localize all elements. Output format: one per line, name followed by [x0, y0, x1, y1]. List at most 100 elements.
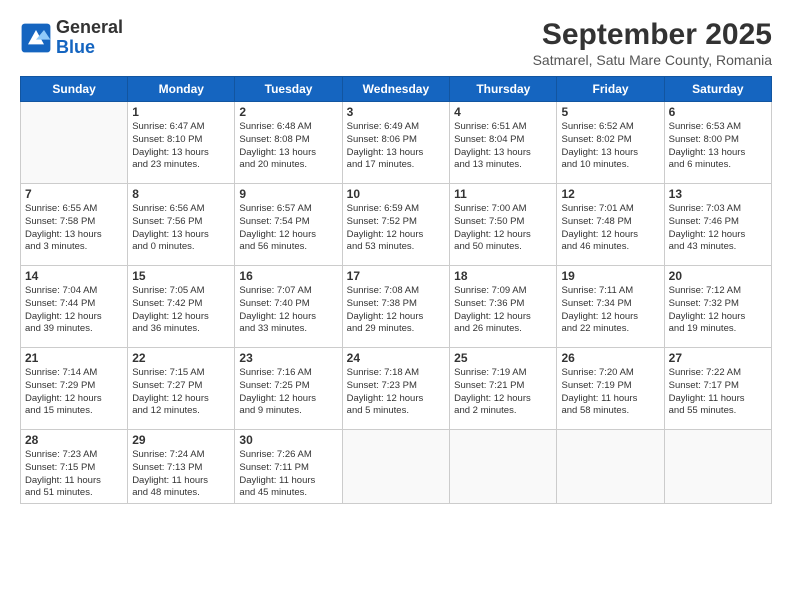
day-info: Sunrise: 7:03 AM Sunset: 7:46 PM Dayligh…: [669, 203, 767, 254]
month-title: September 2025: [533, 18, 772, 52]
calendar-day-cell: 27Sunrise: 7:22 AM Sunset: 7:17 PM Dayli…: [664, 348, 771, 430]
day-info: Sunrise: 7:08 AM Sunset: 7:38 PM Dayligh…: [347, 285, 446, 336]
day-number: 20: [669, 269, 767, 283]
weekday-header-thursday: Thursday: [450, 77, 557, 102]
day-number: 28: [25, 433, 123, 447]
day-info: Sunrise: 6:51 AM Sunset: 8:04 PM Dayligh…: [454, 121, 552, 172]
day-info: Sunrise: 7:23 AM Sunset: 7:15 PM Dayligh…: [25, 449, 123, 500]
day-info: Sunrise: 7:20 AM Sunset: 7:19 PM Dayligh…: [561, 367, 659, 418]
day-info: Sunrise: 7:26 AM Sunset: 7:11 PM Dayligh…: [239, 449, 337, 500]
weekday-header-wednesday: Wednesday: [342, 77, 450, 102]
calendar-week-row: 7 Sunrise: 6:55 AM Sunset: 7:58 PM Daylig…: [21, 184, 772, 266]
calendar-day-cell: 19Sunrise: 7:11 AM Sunset: 7:34 PM Dayli…: [557, 266, 664, 348]
day-info: Sunrise: 6:48 AM Sunset: 8:08 PM Dayligh…: [239, 121, 337, 172]
day-number: 8: [132, 187, 230, 201]
calendar-table: SundayMondayTuesdayWednesdayThursdayFrid…: [20, 76, 772, 504]
day-info: Sunrise: 6:55 AM Sunset: 7:58 PM Dayligh…: [25, 203, 123, 254]
calendar-day-cell: 11 Sunrise: 7:00 AM Sunset: 7:50 PM Dayli…: [450, 184, 557, 266]
day-info: Sunrise: 6:53 AM Sunset: 8:00 PM Dayligh…: [669, 121, 767, 172]
day-info: Sunrise: 6:56 AM Sunset: 7:56 PM Dayligh…: [132, 203, 230, 254]
day-number: 30: [239, 433, 337, 447]
calendar-day-cell: 28 Sunrise: 7:23 AM Sunset: 7:15 PM Dayli…: [21, 430, 128, 504]
day-info: Sunrise: 7:01 AM Sunset: 7:48 PM Dayligh…: [561, 203, 659, 254]
weekday-header-sunday: Sunday: [21, 77, 128, 102]
day-number: 2: [239, 105, 337, 119]
logo-general: General: [56, 17, 123, 37]
day-number: 15: [132, 269, 230, 283]
day-info: Sunrise: 7:18 AM Sunset: 7:23 PM Dayligh…: [347, 367, 446, 418]
day-info: Sunrise: 7:12 AM Sunset: 7:32 PM Dayligh…: [669, 285, 767, 336]
location-title: Satmarel, Satu Mare County, Romania: [533, 52, 772, 68]
day-info: Sunrise: 6:47 AM Sunset: 8:10 PM Dayligh…: [132, 121, 230, 172]
day-number: 10: [347, 187, 446, 201]
calendar-day-cell: 29 Sunrise: 7:24 AM Sunset: 7:13 PM Dayli…: [128, 430, 235, 504]
calendar-day-cell: 2 Sunrise: 6:48 AM Sunset: 8:08 PM Daylig…: [235, 102, 342, 184]
calendar-day-cell: 1Sunrise: 6:47 AM Sunset: 8:10 PM Daylig…: [128, 102, 235, 184]
day-number: 17: [347, 269, 446, 283]
calendar-day-cell: 7 Sunrise: 6:55 AM Sunset: 7:58 PM Daylig…: [21, 184, 128, 266]
calendar-week-row: 21Sunrise: 7:14 AM Sunset: 7:29 PM Dayli…: [21, 348, 772, 430]
day-info: Sunrise: 6:52 AM Sunset: 8:02 PM Dayligh…: [561, 121, 659, 172]
calendar-day-cell: 4 Sunrise: 6:51 AM Sunset: 8:04 PM Daylig…: [450, 102, 557, 184]
day-number: 3: [347, 105, 446, 119]
day-number: 5: [561, 105, 659, 119]
calendar-day-cell: 3Sunrise: 6:49 AM Sunset: 8:06 PM Daylig…: [342, 102, 450, 184]
day-number: 22: [132, 351, 230, 365]
day-number: 6: [669, 105, 767, 119]
calendar-day-cell: 6 Sunrise: 6:53 AM Sunset: 8:00 PM Daylig…: [664, 102, 771, 184]
header: General Blue September 2025 Satmarel, Sa…: [20, 18, 772, 68]
calendar-day-cell: 21Sunrise: 7:14 AM Sunset: 7:29 PM Dayli…: [21, 348, 128, 430]
day-number: 9: [239, 187, 337, 201]
calendar-day-cell: 14Sunrise: 7:04 AM Sunset: 7:44 PM Dayli…: [21, 266, 128, 348]
logo: General Blue: [20, 18, 123, 58]
day-number: 16: [239, 269, 337, 283]
calendar-day-cell: 22 Sunrise: 7:15 AM Sunset: 7:27 PM Dayli…: [128, 348, 235, 430]
weekday-header-friday: Friday: [557, 77, 664, 102]
calendar-day-cell: 13 Sunrise: 7:03 AM Sunset: 7:46 PM Dayli…: [664, 184, 771, 266]
day-info: Sunrise: 7:15 AM Sunset: 7:27 PM Dayligh…: [132, 367, 230, 418]
title-block: September 2025 Satmarel, Satu Mare Count…: [533, 18, 772, 68]
calendar-day-cell: 17 Sunrise: 7:08 AM Sunset: 7:38 PM Dayli…: [342, 266, 450, 348]
day-info: Sunrise: 7:09 AM Sunset: 7:36 PM Dayligh…: [454, 285, 552, 336]
logo-blue: Blue: [56, 37, 95, 57]
day-info: Sunrise: 7:14 AM Sunset: 7:29 PM Dayligh…: [25, 367, 123, 418]
day-info: Sunrise: 6:59 AM Sunset: 7:52 PM Dayligh…: [347, 203, 446, 254]
day-info: Sunrise: 7:05 AM Sunset: 7:42 PM Dayligh…: [132, 285, 230, 336]
weekday-header-saturday: Saturday: [664, 77, 771, 102]
calendar-week-row: 14Sunrise: 7:04 AM Sunset: 7:44 PM Dayli…: [21, 266, 772, 348]
calendar-day-cell: 10 Sunrise: 6:59 AM Sunset: 7:52 PM Dayli…: [342, 184, 450, 266]
calendar-day-cell: [342, 430, 450, 504]
weekday-header-monday: Monday: [128, 77, 235, 102]
calendar-day-cell: [557, 430, 664, 504]
page: General Blue September 2025 Satmarel, Sa…: [0, 0, 792, 612]
day-number: 18: [454, 269, 552, 283]
day-info: Sunrise: 7:19 AM Sunset: 7:21 PM Dayligh…: [454, 367, 552, 418]
calendar-day-cell: 25 Sunrise: 7:19 AM Sunset: 7:21 PM Dayli…: [450, 348, 557, 430]
day-number: 25: [454, 351, 552, 365]
day-info: Sunrise: 7:00 AM Sunset: 7:50 PM Dayligh…: [454, 203, 552, 254]
calendar-day-cell: 8 Sunrise: 6:56 AM Sunset: 7:56 PM Daylig…: [128, 184, 235, 266]
calendar-day-cell: 20 Sunrise: 7:12 AM Sunset: 7:32 PM Dayli…: [664, 266, 771, 348]
calendar-day-cell: [21, 102, 128, 184]
calendar-day-cell: [664, 430, 771, 504]
day-number: 4: [454, 105, 552, 119]
calendar-day-cell: [450, 430, 557, 504]
day-number: 7: [25, 187, 123, 201]
day-number: 29: [132, 433, 230, 447]
day-info: Sunrise: 7:22 AM Sunset: 7:17 PM Dayligh…: [669, 367, 767, 418]
calendar-day-cell: 15 Sunrise: 7:05 AM Sunset: 7:42 PM Dayli…: [128, 266, 235, 348]
day-info: Sunrise: 7:04 AM Sunset: 7:44 PM Dayligh…: [25, 285, 123, 336]
calendar-week-row: 28 Sunrise: 7:23 AM Sunset: 7:15 PM Dayli…: [21, 430, 772, 504]
logo-icon: [20, 22, 52, 54]
day-number: 23: [239, 351, 337, 365]
day-info: Sunrise: 7:24 AM Sunset: 7:13 PM Dayligh…: [132, 449, 230, 500]
calendar-day-cell: 5 Sunrise: 6:52 AM Sunset: 8:02 PM Daylig…: [557, 102, 664, 184]
calendar-week-row: 1Sunrise: 6:47 AM Sunset: 8:10 PM Daylig…: [21, 102, 772, 184]
calendar-header-row: SundayMondayTuesdayWednesdayThursdayFrid…: [21, 77, 772, 102]
calendar-day-cell: 16Sunrise: 7:07 AM Sunset: 7:40 PM Dayli…: [235, 266, 342, 348]
day-number: 11: [454, 187, 552, 201]
calendar-day-cell: 9 Sunrise: 6:57 AM Sunset: 7:54 PM Daylig…: [235, 184, 342, 266]
day-number: 13: [669, 187, 767, 201]
day-number: 12: [561, 187, 659, 201]
day-info: Sunrise: 6:57 AM Sunset: 7:54 PM Dayligh…: [239, 203, 337, 254]
